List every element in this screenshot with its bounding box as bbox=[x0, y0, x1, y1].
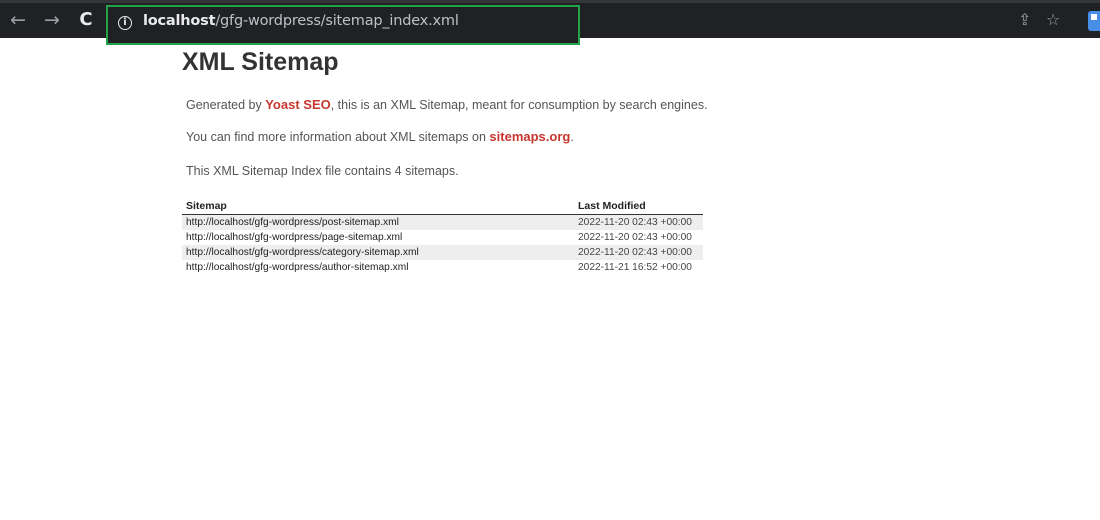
table-row: http://localhost/gfg-wordpress/author-si… bbox=[182, 260, 703, 275]
url-host: localhost bbox=[143, 13, 216, 29]
info-icon[interactable]: i bbox=[118, 16, 132, 30]
share-icon[interactable]: ⇪ bbox=[1018, 10, 1031, 29]
table-row: http://localhost/gfg-wordpress/page-site… bbox=[182, 230, 703, 245]
info-text: You can find more information about XML … bbox=[186, 129, 574, 144]
table-row: http://localhost/gfg-wordpress/post-site… bbox=[182, 214, 703, 230]
last-modified-cell: 2022-11-20 02:43 +00:00 bbox=[578, 232, 692, 243]
sitemaps-org-link[interactable]: sitemaps.org bbox=[489, 129, 570, 144]
sitemap-content: XML Sitemap Generated by Yoast SEO, this… bbox=[182, 48, 708, 273]
intro-text: Generated by Yoast SEO, this is an XML S… bbox=[186, 97, 708, 112]
last-modified-cell: 2022-11-20 02:43 +00:00 bbox=[574, 245, 703, 260]
sitemap-table: Sitemap Last Modified http://localhost/g… bbox=[182, 198, 703, 275]
reload-icon[interactable]: C bbox=[74, 9, 98, 33]
sitemap-url-link[interactable]: http://localhost/gfg-wordpress/post-site… bbox=[182, 214, 574, 230]
forward-arrow-icon[interactable]: → bbox=[40, 9, 64, 33]
browser-toolbar: ← → C i localhost/gfg-wordpress/sitemap_… bbox=[0, 0, 1100, 45]
last-modified-column-header: Last Modified bbox=[574, 198, 703, 215]
bookmark-star-icon[interactable]: ☆ bbox=[1046, 10, 1060, 29]
sitemap-count-text: This XML Sitemap Index file contains 4 s… bbox=[186, 164, 459, 178]
sitemap-url-link[interactable]: http://localhost/gfg-wordpress/category-… bbox=[182, 245, 574, 260]
table-header-row: Sitemap Last Modified bbox=[182, 198, 703, 215]
url-path: /gfg-wordpress/sitemap_index.xml bbox=[215, 13, 459, 29]
yoast-seo-link[interactable]: Yoast SEO bbox=[265, 97, 331, 112]
page-title: XML Sitemap bbox=[182, 48, 339, 76]
back-arrow-icon[interactable]: ← bbox=[6, 9, 30, 33]
sitemap-url-link[interactable]: http://localhost/gfg-wordpress/author-si… bbox=[182, 260, 574, 275]
extension-icon[interactable] bbox=[1088, 11, 1100, 31]
sitemap-url-link[interactable]: http://localhost/gfg-wordpress/page-site… bbox=[182, 230, 574, 245]
sitemap-column-header: Sitemap bbox=[182, 198, 574, 215]
table-row: http://localhost/gfg-wordpress/category-… bbox=[182, 245, 703, 260]
last-modified-cell: 2022-11-20 02:43 +00:00 bbox=[574, 214, 703, 230]
url-text[interactable]: localhost/gfg-wordpress/sitemap_index.xm… bbox=[143, 13, 459, 29]
last-modified-cell: 2022-11-21 16:52 +00:00 bbox=[578, 262, 692, 273]
address-bar[interactable]: i localhost/gfg-wordpress/sitemap_index.… bbox=[106, 5, 580, 45]
